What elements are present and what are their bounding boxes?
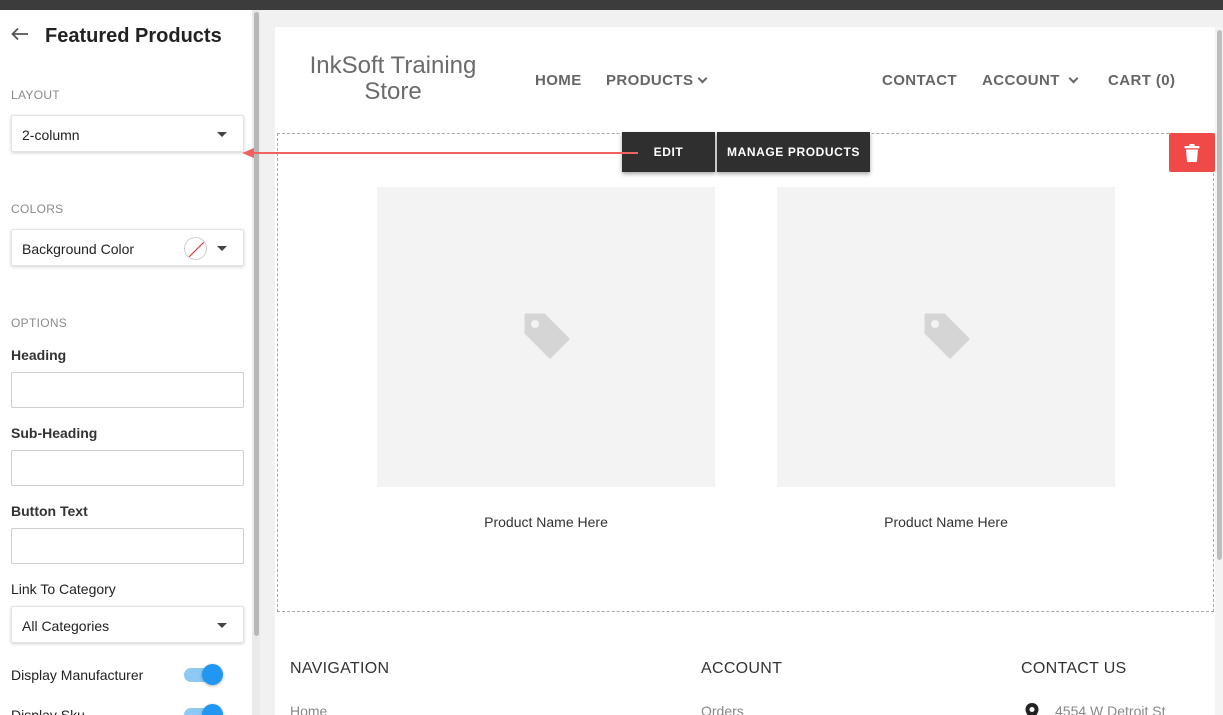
manage-products-button[interactable]: MANAGE PRODUCTS [717,132,870,172]
trash-icon [1184,143,1200,162]
nav-account-label: ACCOUNT [982,72,1060,89]
price-tag-icon [924,313,970,359]
nav-products-label: PRODUCTS [606,72,694,89]
display-manufacturer-toggle[interactable] [184,664,223,685]
display-manufacturer-label: Display Manufacturer [11,667,144,683]
settings-sidebar: Featured Products LAYOUT 2-column COLORS… [0,10,252,715]
link-category-select[interactable]: All Categories [11,606,244,643]
background-color-select[interactable]: Background Color [11,229,244,266]
back-arrow-icon[interactable] [10,27,30,41]
footer-contact-heading: CONTACT US [1021,660,1127,677]
browser-top-bar [0,0,1223,10]
store-logo[interactable]: InkSoft Training Store [300,53,486,105]
subheading-input[interactable] [11,450,244,486]
chevron-down-icon [697,73,708,84]
heading-input[interactable] [11,372,244,408]
footer-contact-address: 4554 W Detroit St [1055,703,1166,715]
delete-section-button[interactable] [1169,133,1215,172]
preview-scrollbar-thumb[interactable] [1217,30,1222,560]
toggle-knob [202,704,223,715]
subheading-label: Sub-Heading [11,425,98,441]
caret-down-icon [217,246,227,251]
footer-account-heading: ACCOUNT [701,660,783,677]
sidebar-scrollbar-thumb[interactable] [254,12,259,636]
layout-select-value: 2-column [22,127,80,143]
footer-navigation-heading: NAVIGATION [290,660,390,677]
layout-section-label: LAYOUT [11,88,60,102]
link-category-label: Link To Category [11,581,116,597]
no-color-swatch-icon [184,237,207,260]
nav-products[interactable]: PRODUCTS [606,72,708,89]
product-image-placeholder[interactable] [777,187,1115,487]
price-tag-icon [524,313,570,359]
product-image-placeholder[interactable] [377,187,715,487]
button-text-input[interactable] [11,528,244,564]
background-color-label: Background Color [22,241,135,257]
footer-link-home[interactable]: Home [290,703,327,715]
options-section-label: OPTIONS [11,316,68,330]
store-page: InkSoft Training Store HOME PRODUCTS CON… [275,27,1215,715]
nav-account[interactable]: ACCOUNT [982,72,1079,89]
sidebar-header: Featured Products [0,10,252,62]
nav-contact[interactable]: CONTACT [882,72,957,89]
product-name[interactable]: Product Name Here [377,514,715,530]
button-text-label: Button Text [11,503,88,519]
store-preview-area: InkSoft Training Store HOME PRODUCTS CON… [260,10,1223,715]
caret-down-icon [217,623,227,628]
link-category-value: All Categories [22,618,110,634]
display-sku-toggle[interactable] [184,704,223,715]
location-pin-icon [1025,703,1039,715]
layout-select[interactable]: 2-column [11,115,244,152]
nav-cart[interactable]: CART (0) [1108,72,1175,89]
colors-section-label: COLORS [11,202,64,216]
caret-down-icon [217,132,227,137]
nav-home[interactable]: HOME [535,72,582,89]
product-name[interactable]: Product Name Here [777,514,1115,530]
sidebar-title: Featured Products [45,25,222,47]
heading-label: Heading [11,347,67,363]
footer-link-orders[interactable]: Orders [701,703,744,715]
toggle-knob [202,664,223,685]
edit-button[interactable]: EDIT [622,132,715,172]
display-sku-label: Display Sku [11,707,85,715]
chevron-down-icon [1068,73,1079,84]
